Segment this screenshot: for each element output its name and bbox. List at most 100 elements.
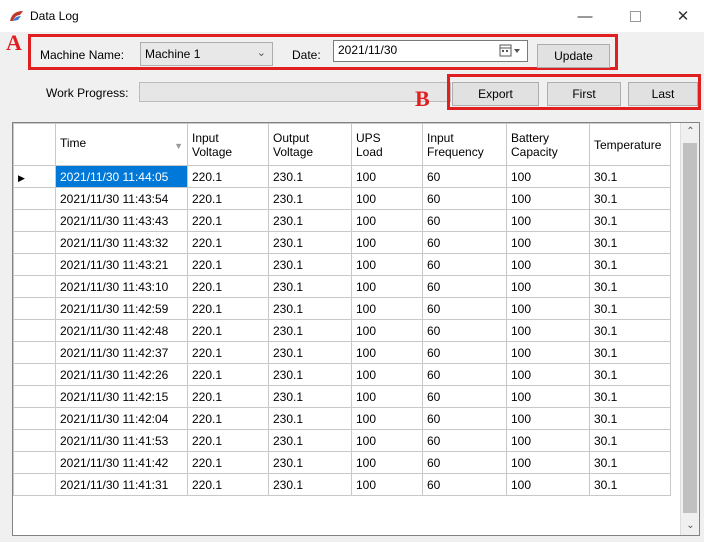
table-cell[interactable]: 60 xyxy=(422,429,507,452)
table-cell[interactable]: 220.1 xyxy=(187,363,269,386)
row-header[interactable] xyxy=(13,385,56,408)
row-header[interactable] xyxy=(13,275,56,298)
table-cell[interactable]: 30.1 xyxy=(589,209,671,232)
table-cell[interactable]: 100 xyxy=(351,341,423,364)
table-cell[interactable]: 100 xyxy=(506,451,590,474)
table-cell[interactable]: 2021/11/30 11:41:31 xyxy=(55,473,188,496)
table-cell[interactable]: 60 xyxy=(422,187,507,210)
table-cell[interactable]: 220.1 xyxy=(187,473,269,496)
maximize-button[interactable] xyxy=(612,0,658,32)
row-header[interactable] xyxy=(13,231,56,254)
table-cell[interactable]: 2021/11/30 11:42:48 xyxy=(55,319,188,342)
machine-name-select[interactable]: Machine 1 ⌄ xyxy=(140,42,273,66)
table-cell[interactable]: 220.1 xyxy=(187,231,269,254)
row-header[interactable] xyxy=(13,429,56,452)
column-header-time[interactable]: Time ▼ xyxy=(55,123,188,166)
table-cell[interactable]: 100 xyxy=(351,187,423,210)
table-cell[interactable]: 2021/11/30 11:42:04 xyxy=(55,407,188,430)
table-cell[interactable]: 2021/11/30 11:43:54 xyxy=(55,187,188,210)
table-cell[interactable]: 100 xyxy=(351,275,423,298)
table-cell[interactable]: 60 xyxy=(422,341,507,364)
table-cell[interactable]: 60 xyxy=(422,231,507,254)
table-row[interactable]: 2021/11/30 11:43:43 220.1 230.1 100 60 100 30.… xyxy=(13,209,671,232)
table-cell[interactable]: 100 xyxy=(351,429,423,452)
row-header[interactable] xyxy=(13,473,56,496)
data-log-grid[interactable]: Time ▼ Input Voltage Output Voltage UPS Loa… xyxy=(12,122,700,536)
table-cell[interactable]: 60 xyxy=(422,275,507,298)
vertical-scrollbar[interactable]: ⌃ ⌄ xyxy=(680,123,699,535)
table-cell[interactable]: 230.1 xyxy=(268,231,352,254)
row-header[interactable]: ▶ xyxy=(13,165,56,188)
calendar-icon[interactable] xyxy=(499,44,521,58)
table-cell[interactable]: 60 xyxy=(422,451,507,474)
table-cell[interactable]: 220.1 xyxy=(187,341,269,364)
close-button[interactable]: ✕ xyxy=(660,0,704,32)
table-cell[interactable]: 220.1 xyxy=(187,275,269,298)
table-row[interactable]: 2021/11/30 11:41:42 220.1 230.1 100 60 100 30.… xyxy=(13,451,671,474)
table-cell[interactable]: 230.1 xyxy=(268,187,352,210)
row-header[interactable] xyxy=(13,319,56,342)
table-cell[interactable]: 30.1 xyxy=(589,231,671,254)
table-row[interactable]: 2021/11/30 11:42:15 220.1 230.1 100 60 100 30.… xyxy=(13,385,671,408)
table-cell[interactable]: 100 xyxy=(351,231,423,254)
row-header[interactable] xyxy=(13,363,56,386)
table-cell[interactable]: 100 xyxy=(351,253,423,276)
table-cell[interactable]: 60 xyxy=(422,319,507,342)
table-cell[interactable]: 100 xyxy=(506,407,590,430)
table-row[interactable]: 2021/11/30 11:43:32 220.1 230.1 100 60 100 30.… xyxy=(13,231,671,254)
table-row[interactable]: 2021/11/30 11:43:21 220.1 230.1 100 60 100 30.… xyxy=(13,253,671,276)
table-cell[interactable]: 100 xyxy=(351,363,423,386)
table-cell[interactable]: 2021/11/30 11:43:32 xyxy=(55,231,188,254)
table-cell[interactable]: 30.1 xyxy=(589,407,671,430)
table-cell[interactable]: 2021/11/30 11:41:53 xyxy=(55,429,188,452)
column-header-temperature[interactable]: Temperature xyxy=(589,123,671,166)
table-cell[interactable]: 100 xyxy=(506,187,590,210)
table-cell[interactable]: 230.1 xyxy=(268,319,352,342)
table-cell[interactable]: 100 xyxy=(506,297,590,320)
row-header[interactable] xyxy=(13,187,56,210)
table-cell[interactable]: 100 xyxy=(351,209,423,232)
row-header[interactable] xyxy=(13,209,56,232)
table-cell[interactable]: 100 xyxy=(351,385,423,408)
table-cell[interactable]: 2021/11/30 11:43:10 xyxy=(55,275,188,298)
table-cell[interactable]: 100 xyxy=(506,429,590,452)
table-cell[interactable]: 230.1 xyxy=(268,275,352,298)
table-cell[interactable]: 60 xyxy=(422,385,507,408)
table-cell[interactable]: 230.1 xyxy=(268,209,352,232)
table-cell[interactable]: 230.1 xyxy=(268,451,352,474)
table-row[interactable]: 2021/11/30 11:42:59 220.1 230.1 100 60 100 30.… xyxy=(13,297,671,320)
table-cell[interactable]: 100 xyxy=(351,473,423,496)
table-cell[interactable]: 230.1 xyxy=(268,341,352,364)
table-cell[interactable]: 230.1 xyxy=(268,407,352,430)
table-cell[interactable]: 230.1 xyxy=(268,165,352,188)
table-cell[interactable]: 100 xyxy=(506,253,590,276)
last-button[interactable]: Last xyxy=(628,82,698,106)
table-cell[interactable]: 60 xyxy=(422,363,507,386)
table-cell[interactable]: 30.1 xyxy=(589,363,671,386)
table-cell[interactable]: 2021/11/30 11:44:05 xyxy=(55,165,188,188)
table-cell[interactable]: 60 xyxy=(422,297,507,320)
table-cell[interactable]: 30.1 xyxy=(589,275,671,298)
table-cell[interactable]: 100 xyxy=(506,341,590,364)
table-cell[interactable]: 60 xyxy=(422,473,507,496)
minimize-button[interactable]: — xyxy=(562,0,608,32)
row-header[interactable] xyxy=(13,341,56,364)
table-row[interactable]: 2021/11/30 11:43:10 220.1 230.1 100 60 100 30.… xyxy=(13,275,671,298)
table-cell[interactable]: 220.1 xyxy=(187,209,269,232)
table-cell[interactable]: 220.1 xyxy=(187,165,269,188)
table-cell[interactable]: 100 xyxy=(506,473,590,496)
date-picker[interactable]: 2021/11/30 xyxy=(333,40,528,62)
table-cell[interactable]: 100 xyxy=(351,451,423,474)
table-cell[interactable]: 30.1 xyxy=(589,429,671,452)
table-cell[interactable]: 100 xyxy=(351,319,423,342)
table-cell[interactable]: 220.1 xyxy=(187,385,269,408)
table-cell[interactable]: 100 xyxy=(351,165,423,188)
table-cell[interactable]: 30.1 xyxy=(589,297,671,320)
table-row[interactable]: 2021/11/30 11:41:53 220.1 230.1 100 60 100 30.… xyxy=(13,429,671,452)
table-cell[interactable]: 2021/11/30 11:43:43 xyxy=(55,209,188,232)
table-cell[interactable]: 2021/11/30 11:42:15 xyxy=(55,385,188,408)
table-cell[interactable]: 2021/11/30 11:41:42 xyxy=(55,451,188,474)
row-header[interactable] xyxy=(13,451,56,474)
table-cell[interactable]: 220.1 xyxy=(187,187,269,210)
update-button[interactable]: Update xyxy=(537,44,610,68)
